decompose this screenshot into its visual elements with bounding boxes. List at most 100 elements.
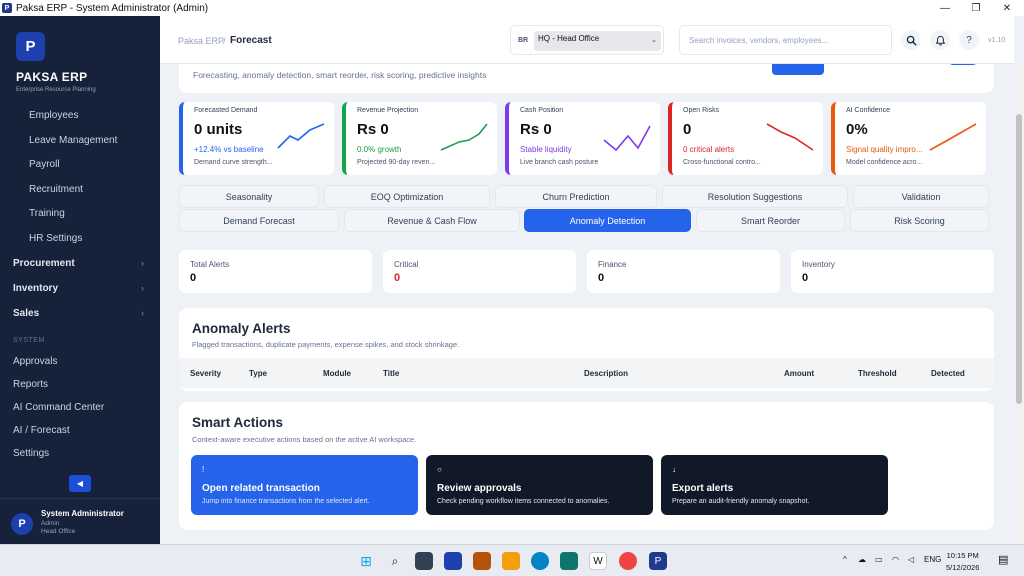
column-header-detected[interactable]: Detected (931, 369, 965, 378)
brand-name: PAKSA ERP (16, 70, 88, 84)
window-title: Paksa ERP - System Administrator (Admin) (16, 2, 209, 14)
action-title: Export alerts (672, 483, 734, 494)
tab-smart-reorder[interactable]: Smart Reorder (696, 209, 845, 232)
kpi-value: Rs 0 (520, 121, 552, 138)
tab-revenue-cash-flow[interactable]: Revenue & Cash Flow (344, 209, 520, 232)
clock-date: 5/12/2026 (946, 563, 980, 572)
sidebar-collapse-button[interactable]: ◀ (69, 475, 91, 492)
sparkline-icon (440, 123, 488, 151)
bell-icon[interactable] (930, 30, 950, 50)
column-header-amount[interactable]: Amount (784, 369, 814, 378)
tab-demand-forecast[interactable]: Demand Forecast (179, 209, 339, 232)
store-app-icon[interactable] (473, 552, 491, 570)
version-label: v1.10 (988, 37, 1006, 44)
tab-validation[interactable]: Validation (853, 185, 989, 208)
column-header-title[interactable]: Title (383, 369, 399, 378)
stat-label: Total Alerts (190, 260, 230, 269)
branch-code: BR (518, 37, 529, 44)
language-indicator[interactable]: ENG (924, 555, 941, 564)
brand-subtitle: Enterprise Resource Planning (16, 87, 96, 93)
panel-title: Smart Actions (192, 415, 284, 430)
user-office: Head Office (41, 528, 76, 535)
windows-start-icon[interactable]: ⊞ (357, 552, 375, 570)
battery-icon[interactable]: ▭ (875, 555, 883, 564)
alert-icon: ! (202, 465, 205, 474)
search-icon[interactable] (901, 30, 921, 50)
notification-icon[interactable]: ▤ (998, 553, 1008, 566)
review-approvals-button[interactable]: ○ Review approvals Check pending workflo… (426, 455, 653, 515)
user-name: System Administrator (41, 509, 124, 518)
scrollbar-thumb[interactable] (1016, 114, 1022, 404)
app-w-icon[interactable]: W (589, 552, 607, 570)
column-header-description[interactable]: Description (584, 369, 628, 378)
tab-eoq-optimization[interactable]: EOQ Optimization (324, 185, 490, 208)
system-clock[interactable]: 10:15 PM 5/12/2026 (946, 550, 979, 574)
tab-churn-prediction[interactable]: Churn Prediction (495, 185, 657, 208)
search-input[interactable]: Search invoices, vendors, employees... (679, 25, 892, 55)
sidebar-item-approvals[interactable]: Approvals (0, 356, 160, 367)
tab-anomaly-detection[interactable]: Anomaly Detection (524, 209, 691, 232)
minimize-button[interactable]: — (930, 0, 960, 16)
action-title: Review approvals (437, 483, 522, 494)
task-view-icon[interactable] (415, 552, 433, 570)
kpi-value: 0 units (194, 121, 243, 138)
column-header-severity[interactable]: Severity (190, 369, 221, 378)
column-header-type[interactable]: Type (249, 369, 267, 378)
kpi-card-ai-confidence: AI Confidence 0% Signal quality impro...… (831, 102, 986, 175)
hero-action-button[interactable] (772, 64, 824, 75)
kpi-label: Revenue Projection (357, 107, 419, 114)
tray-chevron-icon[interactable]: ^ (843, 555, 847, 564)
microsoft-store-icon[interactable] (560, 552, 578, 570)
sidebar-group-inventory[interactable]: Inventory › (0, 283, 160, 294)
vertical-scrollbar[interactable] (1014, 64, 1024, 544)
search-icon[interactable]: ⌕ (386, 552, 404, 570)
kpi-footnote: Demand curve strength... (194, 159, 273, 166)
help-icon[interactable]: ? (959, 30, 979, 50)
close-button[interactable]: ✕ (992, 0, 1022, 16)
sidebar-item-ai-forecast[interactable]: AI / Forecast (0, 425, 160, 436)
file-explorer-icon[interactable] (502, 552, 520, 570)
kpi-trend: Signal quality impro... (846, 145, 923, 154)
sidebar-item-hr-settings[interactable]: HR Settings (0, 233, 160, 244)
kpi-value: Rs 0 (357, 121, 389, 138)
column-header-threshold[interactable]: Threshold (858, 369, 897, 378)
sidebar-item-settings[interactable]: Settings (0, 448, 160, 459)
chevron-right-icon: › (141, 308, 144, 318)
paksa-erp-taskbar-icon[interactable]: P (649, 552, 667, 570)
open-related-transaction-button[interactable]: ! Open related transaction Jump into fin… (191, 455, 418, 515)
sidebar-group-label: Sales (13, 308, 40, 319)
wifi-icon[interactable]: ◠ (892, 555, 899, 564)
kpi-card-forecasted-demand: Forecasted Demand 0 units +12.4% vs base… (179, 102, 334, 175)
sidebar-item-ai-command-center[interactable]: AI Command Center (0, 402, 160, 413)
sidebar-group-procurement[interactable]: Procurement › (0, 258, 160, 269)
chrome-browser-icon[interactable] (619, 552, 637, 570)
sidebar-item-leave-management[interactable]: Leave Management (0, 135, 160, 146)
sidebar-item-payroll[interactable]: Payroll (0, 159, 160, 170)
tab-risk-scoring[interactable]: Risk Scoring (850, 209, 989, 232)
branch-selected-value: HQ - Head Office (538, 34, 600, 43)
sidebar-item-employees[interactable]: Employees (0, 110, 160, 121)
kpi-card-revenue-projection: Revenue Projection Rs 0 0.0% growth Proj… (342, 102, 497, 175)
sidebar-group-sales[interactable]: Sales › (0, 308, 160, 319)
tab-seasonality[interactable]: Seasonality (179, 185, 319, 208)
column-header-module[interactable]: Module (323, 369, 351, 378)
cloud-icon[interactable]: ☁ (858, 555, 866, 564)
breadcrumb-root[interactable]: Paksa ERP (178, 36, 224, 46)
widgets-icon[interactable] (444, 552, 462, 570)
sidebar-item-reports[interactable]: Reports (0, 379, 160, 390)
kpi-footnote: Model confidence acro... (846, 159, 923, 166)
user-profile[interactable]: P System Administrator Admin Head Office (0, 498, 160, 544)
stat-label: Finance (598, 260, 627, 269)
panel-description: Flagged transactions, duplicate payments… (192, 340, 460, 349)
kpi-card-open-risks: Open Risks 0 0 critical alerts Cross-fun… (668, 102, 823, 175)
maximize-button[interactable]: ❐ (961, 0, 991, 16)
tab-resolution-suggestions[interactable]: Resolution Suggestions (662, 185, 848, 208)
sidebar-item-recruitment[interactable]: Recruitment (0, 184, 160, 195)
auto-refresh-toggle[interactable] (947, 64, 979, 65)
volume-icon[interactable]: ◁ (908, 555, 914, 564)
sidebar-group-label: Inventory (13, 283, 59, 294)
branch-select[interactable]: HQ - Head Office ⌄ (534, 31, 661, 51)
export-alerts-button[interactable]: ↓ Export alerts Prepare an audit-friendl… (661, 455, 888, 515)
edge-browser-icon[interactable] (531, 552, 549, 570)
sidebar-item-training[interactable]: Training (0, 208, 160, 219)
